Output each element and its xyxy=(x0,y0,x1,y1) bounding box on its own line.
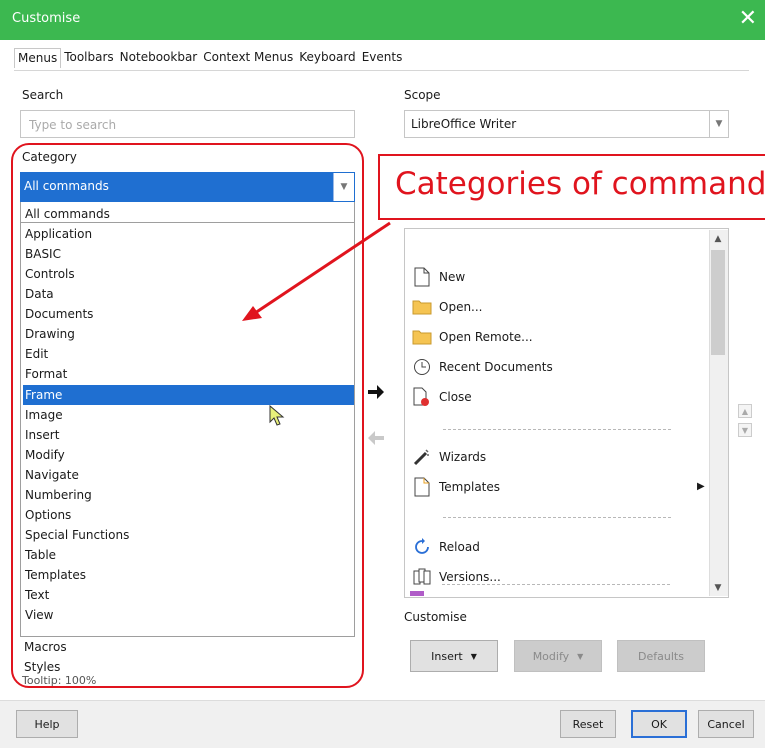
menu-separator xyxy=(442,584,670,585)
menu-entry-label: Wizards xyxy=(439,450,487,464)
menu-entry-label: Recent Documents xyxy=(439,360,553,374)
scope-value: LibreOffice Writer xyxy=(411,117,517,131)
search-input[interactable] xyxy=(27,117,351,133)
defaults-button-label: Defaults xyxy=(638,649,684,663)
menu-entry[interactable]: Versions... xyxy=(411,565,501,589)
partial-entry-icon xyxy=(410,591,424,596)
scope-dropdown[interactable]: LibreOffice Writer ▼ xyxy=(404,110,729,138)
scope-label: Scope xyxy=(404,88,441,102)
chevron-down-icon[interactable]: ▼ xyxy=(709,111,728,137)
customise-label: Customise xyxy=(404,610,467,624)
insert-button[interactable]: Insert ▼ xyxy=(410,640,498,672)
title-bar xyxy=(0,0,765,40)
submenu-arrow-icon: ▶ xyxy=(697,481,705,492)
search-label: Search xyxy=(22,88,64,102)
defaults-button[interactable]: Defaults xyxy=(617,640,705,672)
menu-entry[interactable]: Close xyxy=(411,385,472,409)
tab-toolbars[interactable]: Toolbars xyxy=(61,48,116,68)
menu-entry[interactable]: Open... xyxy=(411,295,483,319)
menu-entry-label: Open... xyxy=(439,300,483,314)
annotation-arrow-icon xyxy=(242,221,391,321)
menu-entry-label: Open Remote... xyxy=(439,330,533,344)
annotation-callout: Categories of commands xyxy=(378,154,765,220)
menu-entry-label: New xyxy=(439,270,466,284)
tab-bar: Menus Toolbars Notebookbar Context Menus… xyxy=(14,48,405,68)
tab-menus[interactable]: Menus xyxy=(14,48,62,68)
menu-entry[interactable]: Recent Documents xyxy=(411,355,553,379)
tab-context-menus[interactable]: Context Menus xyxy=(200,48,296,68)
scroll-up-icon[interactable]: ▲ xyxy=(709,234,727,244)
menu-entry[interactable]: Templates xyxy=(411,475,500,499)
wand-icon xyxy=(411,446,433,468)
reset-button-label: Reset xyxy=(572,717,604,731)
menu-entry[interactable]: New xyxy=(411,265,465,289)
menu-separator xyxy=(443,517,671,518)
reset-button[interactable]: Reset xyxy=(560,710,616,738)
menu-entry-label: Reload xyxy=(439,540,480,554)
menu-entries-list[interactable]: New Open... Open Remote... Recent Docume… xyxy=(404,228,729,598)
ok-button-label: OK xyxy=(651,717,667,731)
customise-label-text: Customise xyxy=(404,610,467,624)
insert-button-label: Insert xyxy=(431,649,463,663)
menu-entry[interactable]: Reload xyxy=(411,535,480,559)
menu-entry-label: Versions... xyxy=(439,570,501,584)
reload-icon xyxy=(411,536,433,558)
arrow-right-icon xyxy=(368,385,384,399)
close-document-icon xyxy=(411,386,433,408)
tab-keyboard[interactable]: Keyboard xyxy=(296,48,358,68)
ok-button[interactable]: OK xyxy=(631,710,687,738)
cancel-button[interactable]: Cancel xyxy=(698,710,754,738)
tab-notebookbar[interactable]: Notebookbar xyxy=(117,48,201,68)
modify-button[interactable]: Modify ▼ xyxy=(514,640,602,672)
versions-icon xyxy=(411,566,433,588)
scrollbar-thumb[interactable] xyxy=(711,250,725,355)
remove-command-button[interactable] xyxy=(366,428,386,448)
menu-entry[interactable]: Wizards xyxy=(411,445,486,469)
arrow-left-icon xyxy=(368,431,384,445)
clock-icon xyxy=(411,356,433,378)
menu-separator xyxy=(443,429,671,430)
add-command-button[interactable] xyxy=(366,382,386,402)
close-icon[interactable]: ✕ xyxy=(739,6,757,32)
annotation-text: Categories of commands xyxy=(395,166,765,202)
chevron-down-icon: ▼ xyxy=(470,651,477,661)
menu-entry-label: Templates xyxy=(439,480,501,494)
template-icon xyxy=(411,476,433,498)
tab-events[interactable]: Events xyxy=(359,48,406,68)
new-document-icon xyxy=(411,266,433,288)
move-down-button[interactable]: ▼ xyxy=(738,423,752,437)
folder-open-icon xyxy=(411,296,433,318)
help-button[interactable]: Help xyxy=(16,710,78,738)
move-up-button[interactable]: ▲ xyxy=(738,404,752,418)
scroll-down-icon[interactable]: ▼ xyxy=(709,583,727,593)
cancel-button-label: Cancel xyxy=(707,717,745,731)
chevron-down-icon: ▼ xyxy=(577,651,584,661)
tab-divider xyxy=(14,70,749,71)
window-title: Customise xyxy=(12,11,81,26)
folder-remote-icon xyxy=(411,326,433,348)
modify-button-label: Modify xyxy=(532,649,570,663)
menu-entry-label: Close xyxy=(439,390,472,404)
search-field[interactable] xyxy=(20,110,355,138)
menu-entry[interactable]: Open Remote... xyxy=(411,325,533,349)
help-button-label: Help xyxy=(34,717,60,731)
